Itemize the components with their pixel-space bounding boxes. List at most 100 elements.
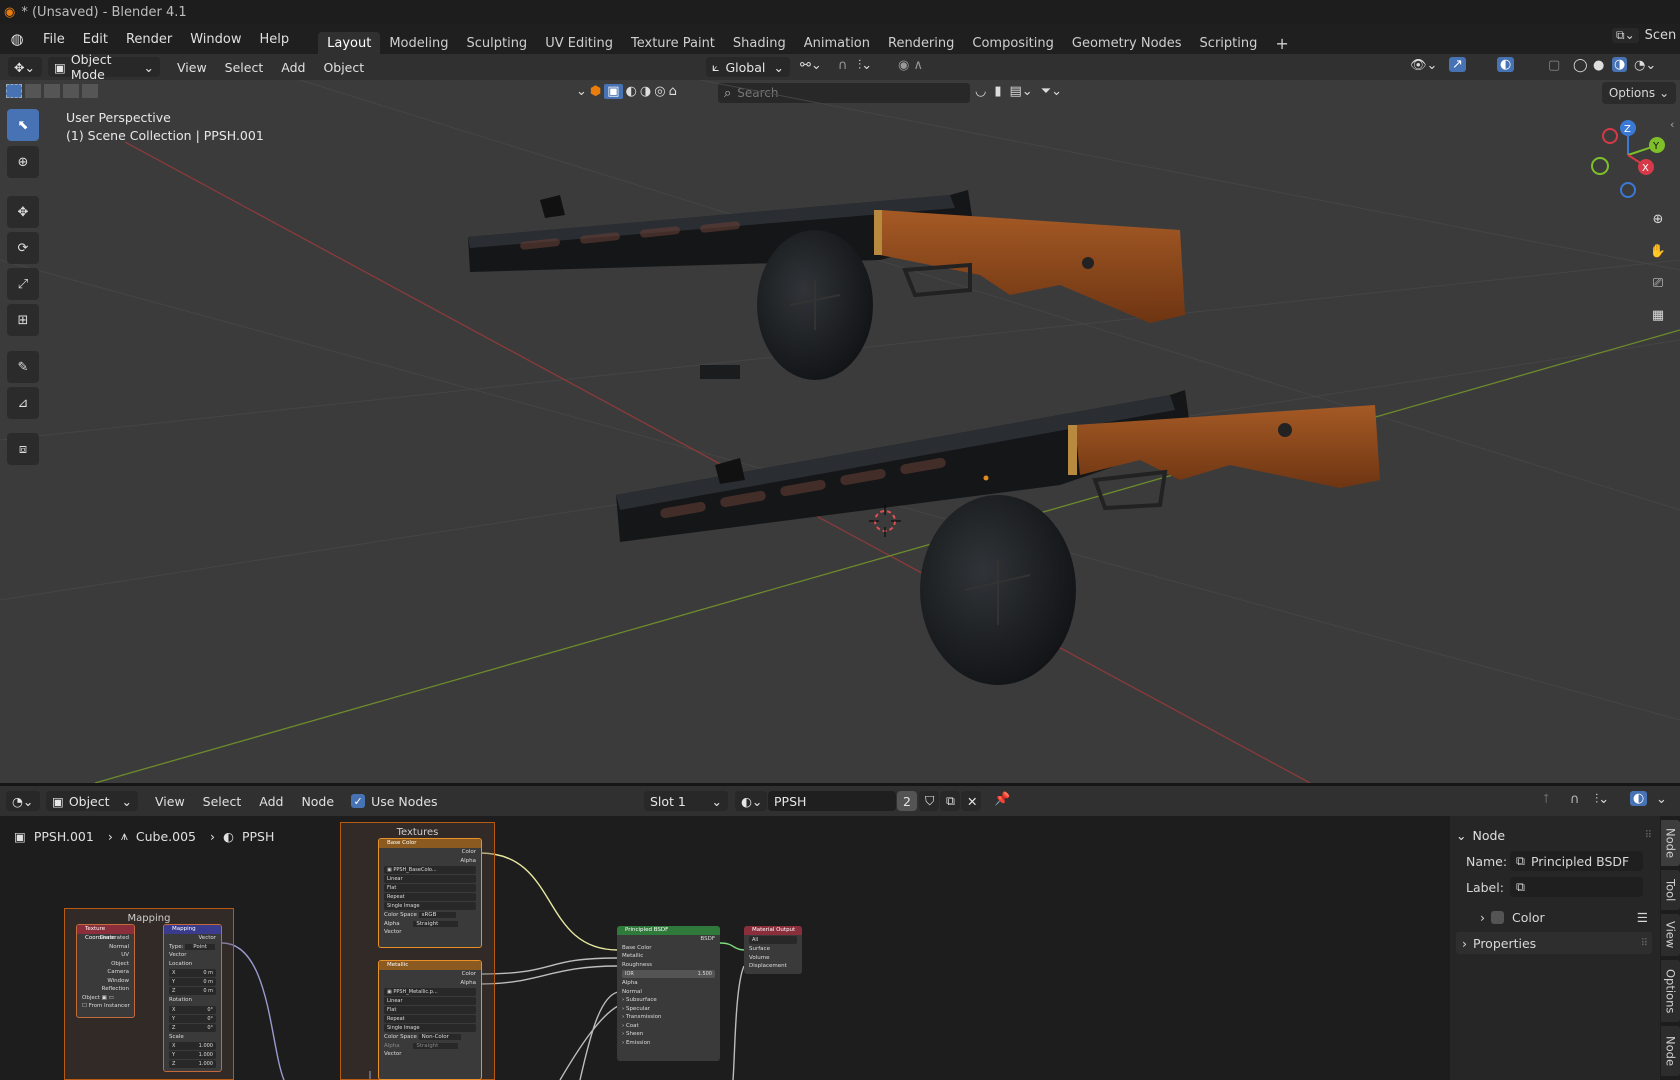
tab-compositing[interactable]: Compositing [963, 32, 1063, 54]
location-x-field[interactable]: X 0 m [169, 969, 216, 977]
tool-measure[interactable]: ⊿ [7, 387, 39, 419]
menu-add[interactable]: Add [250, 794, 292, 809]
target-dropdown[interactable]: All [749, 936, 797, 944]
panel-coat[interactable]: › Coat [617, 1022, 720, 1031]
tool-move[interactable]: ✥ [7, 196, 39, 228]
fake-user-button[interactable]: ⛉ [919, 791, 939, 811]
menu-node[interactable]: Node [292, 794, 343, 809]
tab-texture-paint[interactable]: Texture Paint [622, 32, 724, 54]
tab-options[interactable]: Options [1661, 960, 1680, 1022]
extension-dropdown[interactable]: Repeat [384, 893, 476, 901]
node-principled-bsdf[interactable]: Principled BSDF BSDF Base Color Metallic… [617, 926, 720, 1061]
color-space-row[interactable]: Color Space sRGB [379, 911, 481, 920]
type-row[interactable]: Type: Point [164, 943, 221, 952]
scale-y-field[interactable]: Y 1.000 [169, 1051, 216, 1059]
properties-panel-header[interactable]: › Properties ⠿ [1456, 932, 1652, 954]
tab-scripting[interactable]: Scripting [1191, 32, 1267, 54]
menu-select[interactable]: Select [216, 60, 273, 75]
object-mode-dropdown[interactable]: ▣ Object Mode ⌄ [48, 52, 160, 82]
tab-node[interactable]: Node [1661, 820, 1680, 866]
node-name-field[interactable]: ⧉ Principled BSDF [1510, 851, 1643, 871]
panel-emission[interactable]: › Emission [617, 1039, 720, 1048]
pin-icon[interactable]: 📌 [994, 792, 1010, 807]
node-mapping[interactable]: Mapping Vector Type: Point Vector Locati… [163, 924, 222, 1072]
rotation-z-field[interactable]: Z 0° [169, 1023, 216, 1032]
menu-help[interactable]: Help [251, 24, 299, 54]
proportional-edit-icon[interactable]: ◉ ∧ [898, 58, 923, 73]
editor-type-button[interactable]: ◔⌄ [6, 791, 40, 811]
interpolation-dropdown[interactable]: Linear [384, 997, 476, 1005]
alpha-mode-row[interactable]: Alpha Straight [379, 920, 481, 929]
rotation-x-field[interactable]: X 0° [169, 1005, 216, 1014]
menu-window[interactable]: Window [181, 24, 250, 54]
visibility-icon[interactable]: 👁⌄ [1410, 58, 1437, 73]
menu-object[interactable]: Object [314, 60, 373, 75]
panel-transmission[interactable]: › Transmission [617, 1013, 720, 1022]
panel-subsurface[interactable]: › Subsurface [617, 996, 720, 1005]
material-users-count[interactable]: 2 [897, 791, 917, 811]
node-editor-canvas[interactable]: ▣ PPSH.001 › ⩚ Cube.005 › ◐ PPSH Mapping… [0, 816, 1450, 1080]
tab-shading[interactable]: Shading [724, 32, 795, 54]
overlays-toggle-icon[interactable]: ◐ [1497, 57, 1515, 72]
projection-dropdown[interactable]: Flat [384, 884, 476, 892]
tab-node-wrangler[interactable]: Node [1661, 1026, 1680, 1076]
menu-edit[interactable]: Edit [74, 24, 117, 54]
tool-rotate[interactable]: ⟳ [7, 232, 39, 264]
alpha-mode-row[interactable]: Alpha Straight [379, 1042, 481, 1051]
use-nodes-checkbox[interactable]: ✓ [351, 794, 366, 808]
node-image-metallic[interactable]: Metallic Color Alpha ▣ PPSH_Metallic.p..… [378, 960, 482, 1080]
menu-add[interactable]: Add [272, 60, 314, 75]
menu-file[interactable]: File [34, 24, 74, 54]
source-dropdown[interactable]: Single Image [384, 1024, 476, 1032]
pan-button[interactable]: ✋ [1643, 236, 1673, 266]
tool-scale[interactable]: ⤢ [7, 268, 39, 300]
overlays-toggle-icon[interactable]: ◐ [1630, 791, 1648, 806]
scale-x-field[interactable]: X 1.000 [169, 1042, 216, 1050]
snap-icon[interactable]: ∩ [1570, 792, 1580, 807]
tab-view[interactable]: View [1661, 914, 1680, 956]
node-texture-coordinate[interactable]: Texture Coordinate Generated Normal UV O… [76, 924, 135, 1018]
add-workspace-button[interactable]: + [1266, 32, 1297, 54]
tab-sculpting[interactable]: Sculpting [457, 32, 536, 54]
drag-handle-icon[interactable]: ⠿ [1645, 830, 1652, 841]
editor-type-button[interactable]: ✥⌄ [8, 57, 42, 77]
shading-solid-icon[interactable]: ● [1593, 58, 1604, 73]
shader-type-dropdown[interactable]: ▣ Object ⌄ [46, 791, 138, 811]
node-image-base-color[interactable]: Base Color Color Alpha ▣ PPSH_BaseColo..… [378, 838, 482, 948]
scene-selector[interactable]: ⧉⌄ Scen [1612, 28, 1676, 43]
menu-view[interactable]: View [146, 794, 194, 809]
snap-node-icon[interactable]: ⫶⌄ [1595, 792, 1609, 807]
from-instancer-checkbox[interactable]: ☐ From Instancer [77, 1002, 134, 1011]
unlink-material-button[interactable]: ✕ [961, 791, 981, 811]
tab-geometry-nodes[interactable]: Geometry Nodes [1063, 32, 1191, 54]
projection-dropdown[interactable]: Flat [384, 1006, 476, 1014]
color-subpanel[interactable]: › Color ☰ [1480, 906, 1652, 928]
menu-view[interactable]: View [168, 60, 216, 75]
scene-canvas[interactable]: Z Y X [0, 80, 1680, 783]
transform-orientation-dropdown[interactable]: ⟀ Global ⌄ [706, 57, 790, 77]
zoom-button[interactable]: ⊕ [1643, 204, 1673, 234]
color-space-row[interactable]: Color Space Non-Color [379, 1033, 481, 1042]
pivot-point-icon[interactable]: ⚯⌄ [800, 58, 822, 73]
ortho-toggle-button[interactable]: ▦ [1643, 300, 1673, 330]
slot-dropdown[interactable]: Slot 1 ⌄ [644, 791, 728, 811]
shading-material-icon[interactable]: ◑ [1612, 57, 1628, 72]
ior-field[interactable]: IOR 1.500 [622, 970, 715, 978]
tab-tool[interactable]: Tool [1661, 870, 1680, 910]
camera-view-button[interactable]: ⎚ [1643, 268, 1673, 298]
shading-wireframe-icon[interactable]: ◯ [1573, 58, 1588, 73]
list-icon[interactable]: ☰ [1637, 910, 1648, 925]
color-checkbox[interactable] [1491, 910, 1504, 924]
chevron-down-icon[interactable]: ⌄ [1656, 792, 1667, 807]
tool-annotate[interactable]: ✎ [7, 351, 39, 383]
node-panel-header[interactable]: ⌄ Node ⠿ [1456, 824, 1652, 846]
duplicate-material-button[interactable]: ⧉ [940, 791, 960, 811]
shading-rendered-icon[interactable]: ◔⌄ [1634, 58, 1656, 73]
image-selector[interactable]: ▣ PPSH_BaseColo... [384, 866, 476, 874]
panel-sheen[interactable]: › Sheen [617, 1030, 720, 1039]
tool-add-cube[interactable]: ⧈ [7, 433, 39, 465]
material-browse-button[interactable]: ◐⌄ [735, 791, 767, 811]
image-selector[interactable]: ▣ PPSH_Metallic.p... [384, 988, 476, 996]
interpolation-dropdown[interactable]: Linear [384, 875, 476, 883]
node-label-field[interactable]: ⧉ [1510, 877, 1643, 897]
